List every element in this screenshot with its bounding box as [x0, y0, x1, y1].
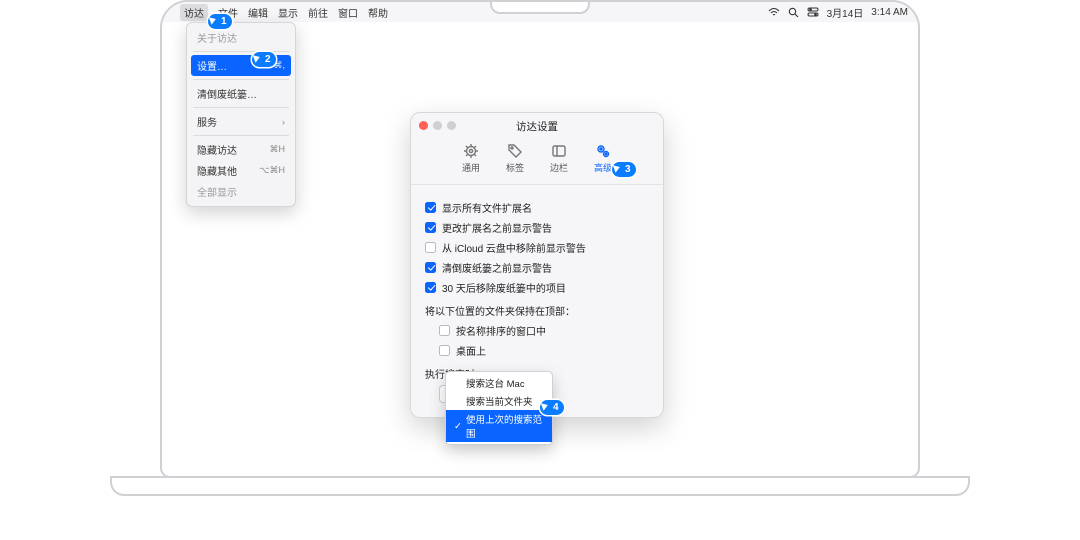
laptop-base: [110, 476, 970, 496]
menu-show-all[interactable]: 全部显示: [191, 181, 291, 202]
laptop-screen: 访达 文件 编辑 显示 前往 窗口 帮助 3月14日 3:14 AM 关于访达 …: [160, 0, 920, 478]
checkbox-icon[interactable]: [425, 242, 436, 253]
search-icon[interactable]: [788, 7, 799, 18]
gears-icon: [595, 143, 611, 159]
checkbox-icon[interactable]: [425, 222, 436, 233]
tag-icon: [507, 143, 523, 159]
menu-about-finder[interactable]: 关于访达: [191, 27, 291, 48]
check-label: 清倒废纸篓之前显示警告: [442, 260, 552, 275]
menubar-item-view[interactable]: 显示: [278, 5, 298, 20]
step-badge-1: 1: [208, 14, 232, 29]
check-label: 按名称排序的窗口中: [456, 323, 546, 338]
step-badge-3: 3: [612, 162, 636, 177]
menubar-item-go[interactable]: 前往: [308, 5, 328, 20]
tab-label: 边栏: [550, 161, 568, 174]
check-label: 更改扩展名之前显示警告: [442, 220, 552, 235]
check-warn-change-ext[interactable]: 更改扩展名之前显示警告: [425, 220, 649, 235]
menubar-item-window[interactable]: 窗口: [338, 5, 358, 20]
step-badge-4: 4: [540, 400, 564, 415]
menu-settings[interactable]: 设置…⌘,: [191, 55, 291, 76]
check-warn-empty-trash[interactable]: 清倒废纸篓之前显示警告: [425, 260, 649, 275]
close-button[interactable]: [419, 121, 428, 130]
titlebar[interactable]: 访达设置: [411, 113, 663, 139]
check-label: 从 iCloud 云盘中移除前显示警告: [442, 240, 586, 255]
menubar-date[interactable]: 3月14日: [827, 5, 864, 20]
checkbox-icon[interactable]: [425, 282, 436, 293]
popup-label: 搜索当前文件夹: [466, 394, 533, 408]
control-center-icon[interactable]: [807, 7, 819, 17]
popup-use-last-scope[interactable]: ✓使用上次的搜索范围: [446, 410, 552, 442]
tab-tags[interactable]: 标签: [502, 141, 528, 176]
menubar-item-finder[interactable]: 访达: [180, 4, 208, 21]
popup-search-current-folder[interactable]: ✓搜索当前文件夹: [446, 392, 552, 410]
traffic-lights[interactable]: [419, 121, 456, 130]
minimize-button[interactable]: [433, 121, 442, 130]
menu-empty-trash[interactable]: 清倒废纸篓…: [191, 83, 291, 104]
check-warn-icloud-remove[interactable]: 从 iCloud 云盘中移除前显示警告: [425, 240, 649, 255]
check-label: 显示所有文件扩展名: [442, 200, 532, 215]
check-label: 30 天后移除废纸篓中的项目: [442, 280, 566, 295]
check-remove-30-days[interactable]: 30 天后移除废纸篓中的项目: [425, 280, 649, 295]
menu-hide-others[interactable]: 隐藏其他⌥⌘H: [191, 160, 291, 181]
gear-icon: [463, 143, 479, 159]
wifi-icon[interactable]: [768, 7, 780, 17]
keep-on-top-label: 将以下位置的文件夹保持在顶部：: [425, 303, 649, 318]
step-badge-2: 2: [252, 52, 276, 67]
tab-label: 高级: [594, 161, 612, 174]
checkbox-icon[interactable]: [425, 202, 436, 213]
tab-general[interactable]: 通用: [458, 141, 484, 176]
window-title: 访达设置: [516, 119, 558, 134]
checkbox-icon[interactable]: [439, 345, 450, 356]
notch: [490, 2, 590, 14]
tab-sidebar[interactable]: 边栏: [546, 141, 572, 176]
menubar-item-help[interactable]: 帮助: [368, 5, 388, 20]
finder-menu-dropdown: 关于访达 设置…⌘, 清倒废纸篓… 服务› 隐藏访达⌘H 隐藏其他⌥⌘H 全部显…: [186, 22, 296, 207]
tab-label: 标签: [506, 161, 524, 174]
popup-label: 使用上次的搜索范围: [466, 412, 544, 440]
checkbox-icon[interactable]: [425, 262, 436, 273]
finder-settings-window: 访达设置 通用 标签 边栏 高级 显示所有文件扩展名 更改扩展名之前显示警告: [410, 112, 664, 418]
zoom-button[interactable]: [447, 121, 456, 130]
tab-label: 通用: [462, 161, 480, 174]
checkbox-icon[interactable]: [439, 325, 450, 336]
menubar-item-edit[interactable]: 编辑: [248, 5, 268, 20]
check-keep-top-windows[interactable]: 按名称排序的窗口中: [439, 323, 649, 338]
popup-search-mac[interactable]: ✓搜索这台 Mac: [446, 374, 552, 392]
check-show-extensions[interactable]: 显示所有文件扩展名: [425, 200, 649, 215]
menubar-time[interactable]: 3:14 AM: [871, 7, 908, 18]
menu-services[interactable]: 服务›: [191, 111, 291, 132]
check-label: 桌面上: [456, 343, 486, 358]
search-scope-popup: ✓搜索这台 Mac ✓搜索当前文件夹 ✓使用上次的搜索范围: [445, 371, 553, 445]
check-keep-top-desktop[interactable]: 桌面上: [439, 343, 649, 358]
menu-hide-finder[interactable]: 隐藏访达⌘H: [191, 139, 291, 160]
sidebar-icon: [551, 143, 567, 159]
popup-label: 搜索这台 Mac: [466, 376, 525, 390]
